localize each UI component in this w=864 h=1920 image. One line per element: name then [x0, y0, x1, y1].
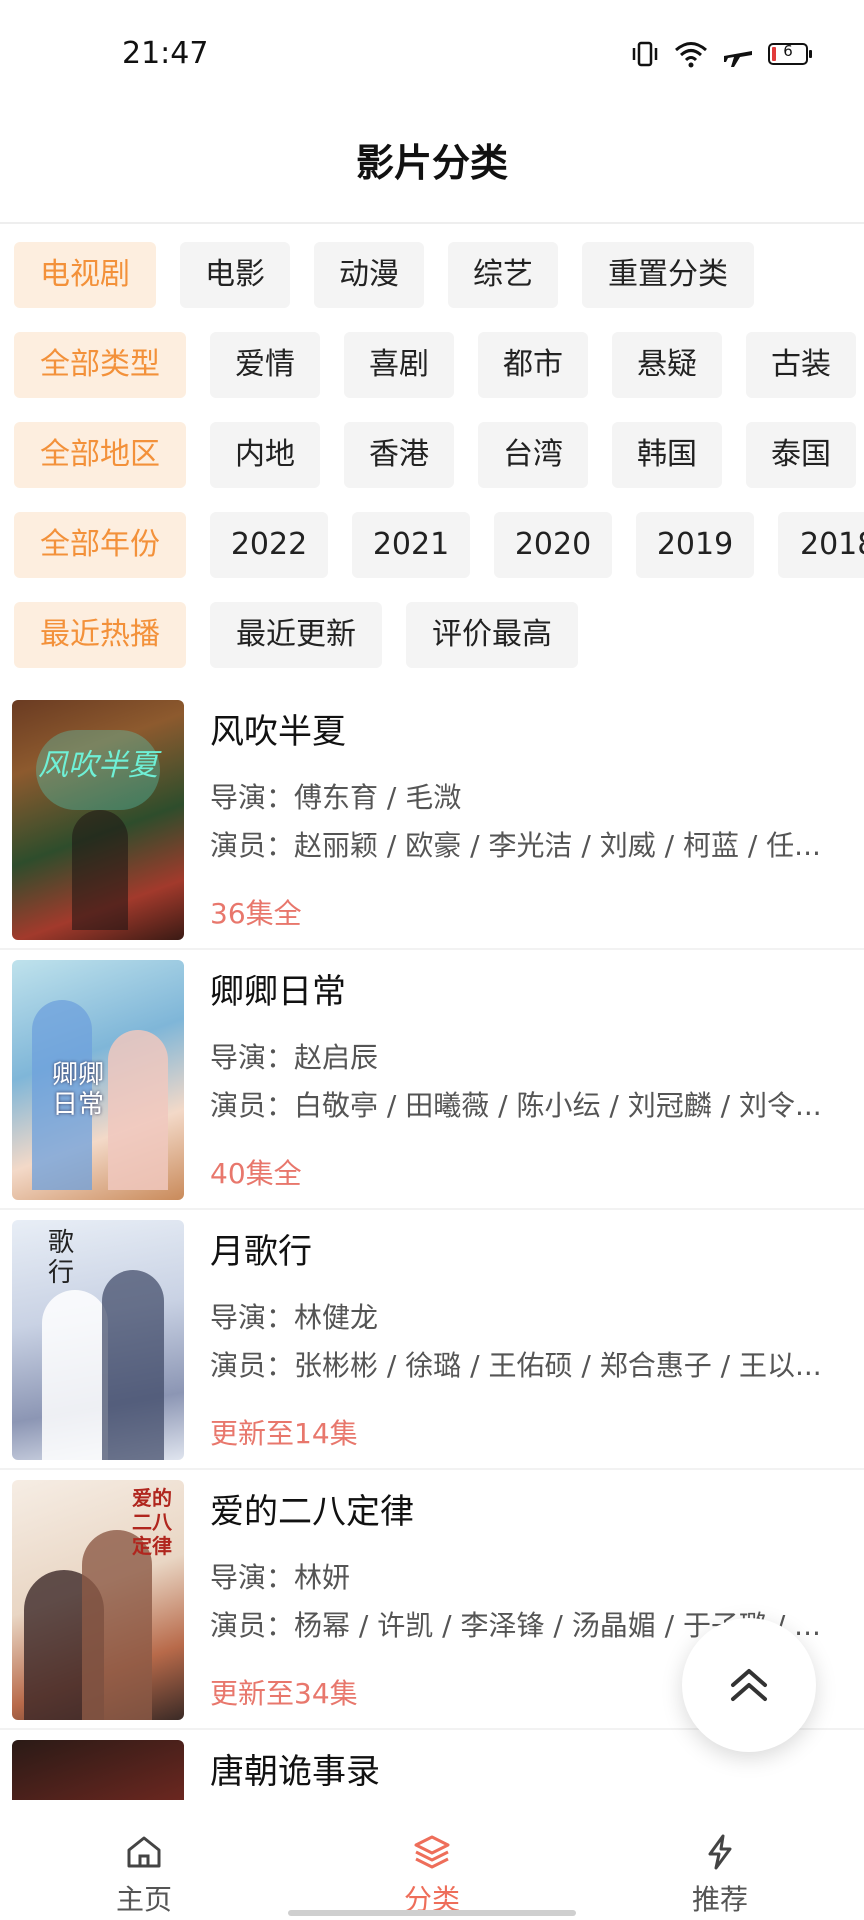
filter-chip-year-4[interactable]: 2019 [636, 512, 754, 578]
nav-item-home[interactable]: 主页 [0, 1800, 288, 1920]
filter-chip-anime[interactable]: 动漫 [314, 242, 424, 308]
movie-item[interactable]: 卿卿日常 卿卿日常 导演：赵启辰 演员：白敬亭 / 田曦薇 / 陈小纭 / 刘冠… [0, 950, 864, 1210]
nav-item-category[interactable]: 分类 [288, 1800, 576, 1920]
movie-director: 导演：赵启辰 [210, 1041, 379, 1074]
movie-episode-status: 36集全 [210, 897, 302, 930]
filter-chip-genre-3[interactable]: 都市 [478, 332, 588, 398]
poster-title-text: 歌行 [48, 1228, 75, 1288]
filter-chip-region-4[interactable]: 韩国 [612, 422, 722, 488]
movie-poster[interactable] [12, 1740, 184, 1800]
filter-chip-movie[interactable]: 电影 [180, 242, 290, 308]
filter-chip-recent-update[interactable]: 最近更新 [210, 602, 382, 668]
filter-chip-year-5[interactable]: 2018 [778, 512, 864, 578]
filter-chip-all-genres[interactable]: 全部类型 [14, 332, 186, 398]
movie-cast: 演员：张彬彬 / 徐璐 / 王佑硕 / 郑合惠子 / 王以... [210, 1349, 822, 1382]
movie-poster[interactable]: 风吹半夏 [12, 700, 184, 940]
movie-poster[interactable]: 爱的二八定律 [12, 1480, 184, 1720]
movie-poster[interactable]: 歌行 [12, 1220, 184, 1460]
movie-cast: 演员：白敬亭 / 田曦薇 / 陈小纭 / 刘冠麟 / 刘令... [210, 1089, 822, 1122]
movie-director: 导演：林健龙 [210, 1301, 379, 1334]
filter-chip-region-1[interactable]: 内地 [210, 422, 320, 488]
movie-title: 月歌行 [210, 1232, 312, 1272]
movie-title: 风吹半夏 [210, 712, 346, 752]
movie-title: 卿卿日常 [210, 972, 346, 1012]
movie-item[interactable]: 歌行 月歌行 导演：林健龙 演员：张彬彬 / 徐璐 / 王佑硕 / 郑合惠子 /… [0, 1210, 864, 1470]
filter-row-region: 全部地区 内地 香港 台湾 韩国 泰国 [0, 422, 864, 488]
filter-chip-region-2[interactable]: 香港 [344, 422, 454, 488]
status-time: 21:47 [122, 36, 209, 71]
movie-title: 唐朝诡事录 [210, 1752, 380, 1792]
home-indicator [288, 1910, 576, 1916]
movie-episode-status: 更新至14集 [210, 1417, 358, 1450]
vibrate-icon [632, 41, 658, 67]
filter-chip-variety[interactable]: 综艺 [448, 242, 558, 308]
filter-chip-year-3[interactable]: 2020 [494, 512, 612, 578]
movie-director: 导演：林妍 [210, 1561, 351, 1594]
layers-icon [414, 1835, 450, 1869]
filter-chip-region-3[interactable]: 台湾 [478, 422, 588, 488]
lightning-icon [708, 1834, 732, 1870]
battery-level: 6 [783, 42, 793, 60]
filter-chip-top-rated[interactable]: 评价最高 [406, 602, 578, 668]
movie-episode-status: 40集全 [210, 1157, 302, 1190]
filter-chip-year-2[interactable]: 2021 [352, 512, 470, 578]
scroll-to-top-button[interactable] [682, 1618, 816, 1752]
airplane-icon [724, 51, 752, 67]
filter-chip-tv-active[interactable]: 电视剧 [14, 242, 156, 308]
filter-chip-genre-1[interactable]: 爱情 [210, 332, 320, 398]
filter-chip-all-regions[interactable]: 全部地区 [14, 422, 186, 488]
filter-chip-recent-hot[interactable]: 最近热播 [14, 602, 186, 668]
chevrons-up-icon [731, 1669, 767, 1701]
nav-label-home: 主页 [115, 1883, 172, 1916]
filter-chip-all-years[interactable]: 全部年份 [14, 512, 186, 578]
movie-episode-status: 更新至34集 [210, 1677, 358, 1710]
poster-title-text: 风吹半夏 [38, 748, 158, 783]
home-icon [127, 1836, 161, 1868]
filter-chip-region-5[interactable]: 泰国 [746, 422, 856, 488]
poster-title-text: 卿卿日常 [52, 1060, 105, 1120]
movie-poster[interactable]: 卿卿日常 [12, 960, 184, 1200]
movie-director: 导演：傅东育 / 毛溦 [210, 781, 462, 814]
filter-row-genre: 全部类型 爱情 喜剧 都市 悬疑 古装 [0, 332, 864, 398]
filter-row-category: 电视剧 电影 动漫 综艺 重置分类 [0, 242, 864, 308]
filter-row-year: 全部年份 2022 2021 2020 2019 2018 [0, 512, 864, 578]
filter-row-sort: 最近热播 最近更新 评价最高 [0, 602, 864, 668]
wifi-icon [675, 42, 707, 68]
status-icons: 6 [630, 36, 812, 72]
movie-cast: 演员：赵丽颖 / 欧豪 / 李光洁 / 刘威 / 柯蓝 / 任... [210, 829, 821, 862]
page-title: 影片分类 [355, 141, 508, 185]
filter-chip-genre-2[interactable]: 喜剧 [344, 332, 454, 398]
movie-item[interactable]: 风吹半夏 风吹半夏 导演：傅东育 / 毛溦 演员：赵丽颖 / 欧豪 / 李光洁 … [0, 690, 864, 950]
filter-chip-year-1[interactable]: 2022 [210, 512, 328, 578]
nav-item-recommend[interactable]: 推荐 [576, 1800, 864, 1920]
status-bar: 21:47 6 [0, 0, 864, 110]
reset-category-button[interactable]: 重置分类 [582, 242, 754, 308]
poster-title-text: 爱的二八定律 [132, 1486, 172, 1558]
app-header: 影片分类 [0, 110, 864, 224]
filter-chip-genre-5[interactable]: 古装 [746, 332, 856, 398]
movie-title: 爱的二八定律 [210, 1492, 414, 1532]
nav-label-recommend: 推荐 [691, 1883, 748, 1916]
filter-chip-genre-4[interactable]: 悬疑 [612, 332, 722, 398]
battery-icon: 6 [768, 42, 812, 65]
bottom-nav: 主页 分类 推荐 [0, 1800, 864, 1920]
